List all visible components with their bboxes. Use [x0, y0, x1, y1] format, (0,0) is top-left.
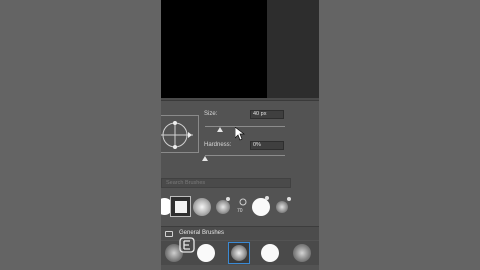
workspace	[161, 0, 319, 98]
watermark-logo-icon	[179, 237, 195, 253]
brush-preset-soft-small[interactable]	[213, 196, 234, 217]
brush-preset-soft-round[interactable]	[192, 196, 213, 217]
hardness-label: Hardness:	[204, 142, 232, 148]
brush-preset-hard-round-large[interactable]	[251, 196, 272, 217]
brush-group-label: General Brushes	[179, 230, 225, 236]
size-value-field[interactable]: 40 px	[250, 110, 284, 119]
brush-size-number: 70	[237, 208, 243, 214]
general-brush-hard-1[interactable]	[195, 242, 217, 264]
folder-icon	[165, 231, 173, 237]
brush-preset-soft-tiny[interactable]	[272, 196, 293, 217]
general-brush-soft-2[interactable]	[291, 242, 313, 264]
left-letterbox	[0, 0, 161, 270]
size-slider-thumb[interactable]	[217, 127, 224, 132]
hardness-slider-thumb[interactable]	[202, 156, 208, 161]
video-frame: Size: 40 px Hardness: 0% Search Brushes	[0, 0, 480, 270]
app-view: Size: 40 px Hardness: 0% Search Brushes	[161, 0, 319, 270]
angle-roundness-widget-icon[interactable]	[161, 115, 199, 153]
hardness-value-field[interactable]: 0%	[250, 141, 284, 150]
general-brush-hard-2[interactable]	[260, 242, 282, 264]
brush-preset-square-selected[interactable]	[170, 196, 191, 217]
general-brush-soft-selected[interactable]	[228, 242, 250, 264]
hardness-slider-track[interactable]	[205, 155, 285, 156]
document-canvas[interactable]	[161, 0, 267, 98]
search-brushes-input[interactable]: Search Brushes	[161, 178, 291, 188]
right-letterbox	[319, 0, 480, 270]
size-label: Size:	[204, 111, 218, 117]
mouse-cursor-icon	[235, 127, 245, 141]
